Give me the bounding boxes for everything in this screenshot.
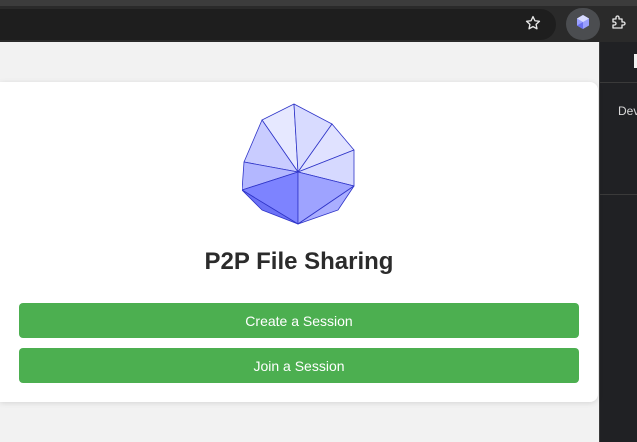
bookmark-star-button[interactable] (520, 12, 546, 38)
browser-toolbar (0, 6, 637, 42)
star-icon (524, 14, 542, 37)
app-card: P2P File Sharing Create a Session Join a… (0, 82, 598, 402)
app-title: P2P File Sharing (204, 248, 394, 275)
extension-icon (575, 14, 591, 35)
create-session-button[interactable]: Create a Session (19, 303, 579, 338)
side-panel-divider (600, 82, 637, 83)
icosahedron-icon (242, 103, 355, 225)
side-panel-divider (600, 194, 637, 195)
side-panel-label: Dev (618, 104, 637, 118)
puzzle-icon (610, 13, 628, 36)
p2p-extension-button[interactable] (566, 8, 600, 40)
join-session-button[interactable]: Join a Session (19, 348, 579, 383)
extensions-menu-button[interactable] (606, 11, 632, 37)
devtools-side-panel: Dev (599, 42, 637, 442)
address-bar[interactable] (0, 9, 556, 40)
